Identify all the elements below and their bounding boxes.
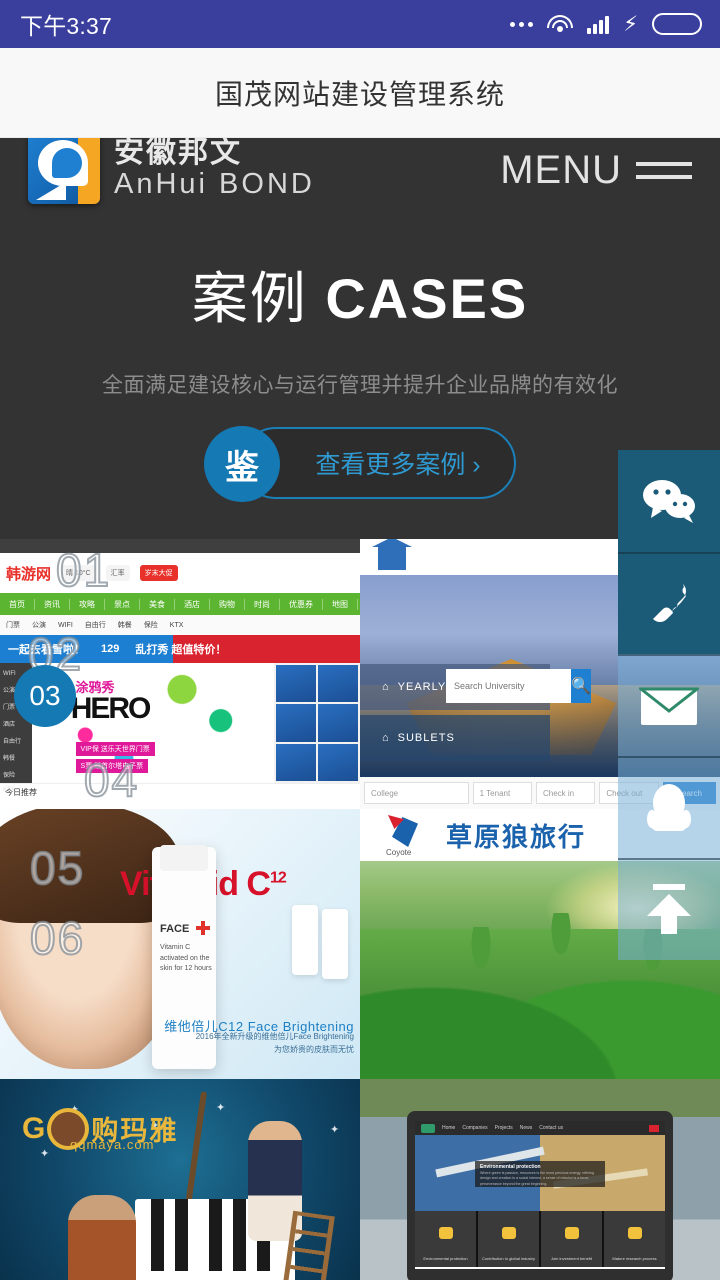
- house-arrow-icon: ⌂: [382, 732, 390, 744]
- korea-subnav: 门票 公演 WIFI 自由行 韩餐 保险 KTX: [0, 615, 360, 635]
- wifi-icon: [547, 14, 574, 34]
- phone-icon[interactable]: [618, 552, 720, 654]
- filter-checkin[interactable]: Check in: [535, 782, 596, 804]
- product-line-label: FACE: [160, 923, 190, 935]
- product-mini-1: [292, 905, 318, 975]
- bottle-copy: Vitamin C activated on the skin for 12 h…: [160, 944, 212, 972]
- menu-label: MENU: [500, 147, 622, 192]
- housing-sublets-panel[interactable]: ⌂ SUBLETS: [360, 715, 550, 761]
- case-item-vitabrid-cosmetics[interactable]: Vitabrid C12 FACE Vitamin C activated on…: [0, 809, 360, 1079]
- house-search-icon: ⌂: [382, 681, 390, 693]
- bond-logo-icon: [28, 138, 100, 204]
- signal-icon: [587, 14, 610, 34]
- korea-nav: 首页 资讯 攻略 景点 美食 酒店 购物 时尚 优惠券 地图: [0, 593, 360, 615]
- env-hero-title: Environmental protection: [480, 1163, 541, 1170]
- case-grid: 韩游网 晴 10°C 汇率 岁末大促 首页 资讯 攻略 景点 美食 酒店 购物 时尚 优惠券 地图…: [0, 539, 720, 1280]
- korea-site-header: 韩游网 晴 10°C 汇率 岁末大促: [0, 553, 360, 593]
- env-tile-0: Environmental protection: [423, 1256, 468, 1261]
- env-tile-2: Join investment benefit: [551, 1256, 592, 1261]
- webview[interactable]: 安徽邦文 AnHui BOND MENU 案例 CASES 全面满足建设核心与运…: [0, 138, 720, 1280]
- case-item-korea-travel-portal[interactable]: 韩游网 晴 10°C 汇率 岁末大促 首页 资讯 攻略 景点 美食 酒店 购物 时尚 优惠券 地图…: [0, 539, 360, 809]
- university-search-input[interactable]: [446, 669, 571, 703]
- qqmaya-g-letter: G: [22, 1111, 46, 1145]
- korea-banner-left: 一起去看雪啦！: [8, 644, 85, 656]
- cta-pill[interactable]: 查看更多案例 ›: [240, 427, 516, 499]
- korea-banner-right: 乱打秀 超值特价！: [135, 644, 227, 656]
- hero-section: 案例 CASES 全面满足建设核心与运行管理并提升企业品牌的有效化 查看更多案例…: [0, 220, 720, 539]
- hero-title-cn: 案例: [191, 267, 308, 330]
- vitabrid-cn-sub1: 2016年全新升级的维他倍儿Face Brightening: [195, 1031, 354, 1041]
- korea-banner: 一起去看雪啦！ 129 乱打秀 超值特价！: [0, 635, 360, 663]
- env-tile-1: Contribution to global industry: [482, 1256, 535, 1261]
- env-tile-row: Environmental protection Contribution to…: [415, 1211, 665, 1267]
- hero-subtitle: 全面满足建设核心与运行管理并提升企业品牌的有效化: [102, 374, 618, 397]
- qqmaya-url: qqmaya.com: [70, 1137, 155, 1152]
- status-icon-group: ⚡: [510, 13, 702, 35]
- page-title: 国茂网站建设管理系统: [214, 78, 505, 110]
- product-mini-2: [322, 909, 348, 979]
- vitabrid-cn-sub: 2016年全新升级的维他倍儿Face Brightening 为您娇贵的皮肤而无…: [196, 1030, 354, 1057]
- env-nav-4: Contact us: [539, 1125, 564, 1131]
- more-dots-icon: [510, 21, 534, 27]
- view-more-cases-button[interactable]: 查看更多案例 › 鉴: [204, 426, 516, 502]
- housing-logo-icon: [372, 539, 412, 570]
- filter-tenant[interactable]: 1 Tenant: [472, 782, 532, 804]
- hero-title-en: CASES: [325, 267, 529, 330]
- app-title-bar: 国茂网站建设管理系统: [0, 48, 720, 138]
- case-number-03-active[interactable]: 03: [14, 665, 76, 727]
- site-header: 安徽邦文 AnHui BOND MENU: [0, 138, 720, 220]
- coyote-brand-cn: 草原狼旅行: [446, 821, 587, 852]
- env-tile-3: Mature research process: [612, 1256, 657, 1261]
- env-logo-icon: [421, 1123, 435, 1133]
- phone-screen: 下午3:37 ⚡ 国茂网站建设管理系统 安徽邦文 AnHui BOND MENU…: [0, 0, 720, 1280]
- qq-icon[interactable]: [618, 756, 720, 858]
- battery-icon: [652, 13, 702, 35]
- korea-hero-word: HERO: [70, 691, 152, 725]
- back-to-top-icon[interactable]: [618, 858, 720, 960]
- status-time: 下午3:37: [20, 13, 112, 39]
- vitabrid-brand-sup: 12: [269, 869, 287, 887]
- env-site-nav: Home Companies Projects News Contact us: [415, 1121, 665, 1135]
- hero-title: 案例 CASES: [0, 254, 720, 335]
- korea-logo: 韩游网: [6, 565, 52, 583]
- korea-footer: 今日推荐: [0, 783, 360, 809]
- korea-banner-price: 129: [101, 643, 120, 655]
- search-icon[interactable]: 🔍: [571, 669, 591, 703]
- case-item-environmental-industry[interactable]: Home Companies Projects News Contact us: [360, 1079, 720, 1280]
- env-lang-button: [649, 1124, 659, 1132]
- env-nav-2: Projects: [494, 1125, 513, 1131]
- wechat-icon[interactable]: [618, 450, 720, 552]
- logo-text-cn: 安徽邦文: [114, 138, 242, 170]
- logo-text-en: AnHui BOND: [114, 167, 315, 200]
- env-nav-1: Companies: [462, 1125, 488, 1131]
- hamburger-icon: [636, 161, 692, 179]
- email-icon[interactable]: [618, 654, 720, 756]
- coyote-logo-icon: Coyote: [386, 815, 432, 857]
- cta-badge: 鉴: [204, 426, 280, 502]
- site-logo[interactable]: 安徽邦文 AnHui BOND: [28, 138, 315, 204]
- charging-bolt-icon: ⚡: [623, 12, 638, 36]
- red-cross-icon: [196, 921, 210, 935]
- env-nav-0: Home: [442, 1125, 456, 1131]
- housing-panel-label-2: SUBLETS: [397, 732, 455, 744]
- filter-college[interactable]: College: [364, 782, 469, 804]
- housing-search-box[interactable]: 🔍: [446, 669, 591, 703]
- cta-label: 查看更多案例 ›: [315, 451, 481, 479]
- vitabrid-cn-sub2: 为您娇贵的皮肤而无忧: [274, 1045, 354, 1055]
- coyote-brand-en: Coyote: [386, 848, 412, 857]
- menu-button[interactable]: MENU: [500, 148, 692, 193]
- monitor-mockup: Home Companies Projects News Contact us: [407, 1111, 673, 1280]
- case-item-qqmaya-fashion[interactable]: ✦ ✦ ✦ ✦ ✦ ✦ G 购玛雅 qqmaya.com: [0, 1079, 360, 1280]
- env-nav-3: News: [519, 1125, 533, 1131]
- model-left: [68, 1195, 136, 1280]
- korea-promo-grid: [274, 663, 360, 783]
- env-hero-card: Environmental protection Where green is …: [475, 1160, 605, 1187]
- floating-contact-bar[interactable]: [618, 450, 720, 960]
- env-hero-desc: Where green is passion, resources is the…: [480, 1170, 594, 1186]
- status-bar: 下午3:37 ⚡: [0, 0, 720, 48]
